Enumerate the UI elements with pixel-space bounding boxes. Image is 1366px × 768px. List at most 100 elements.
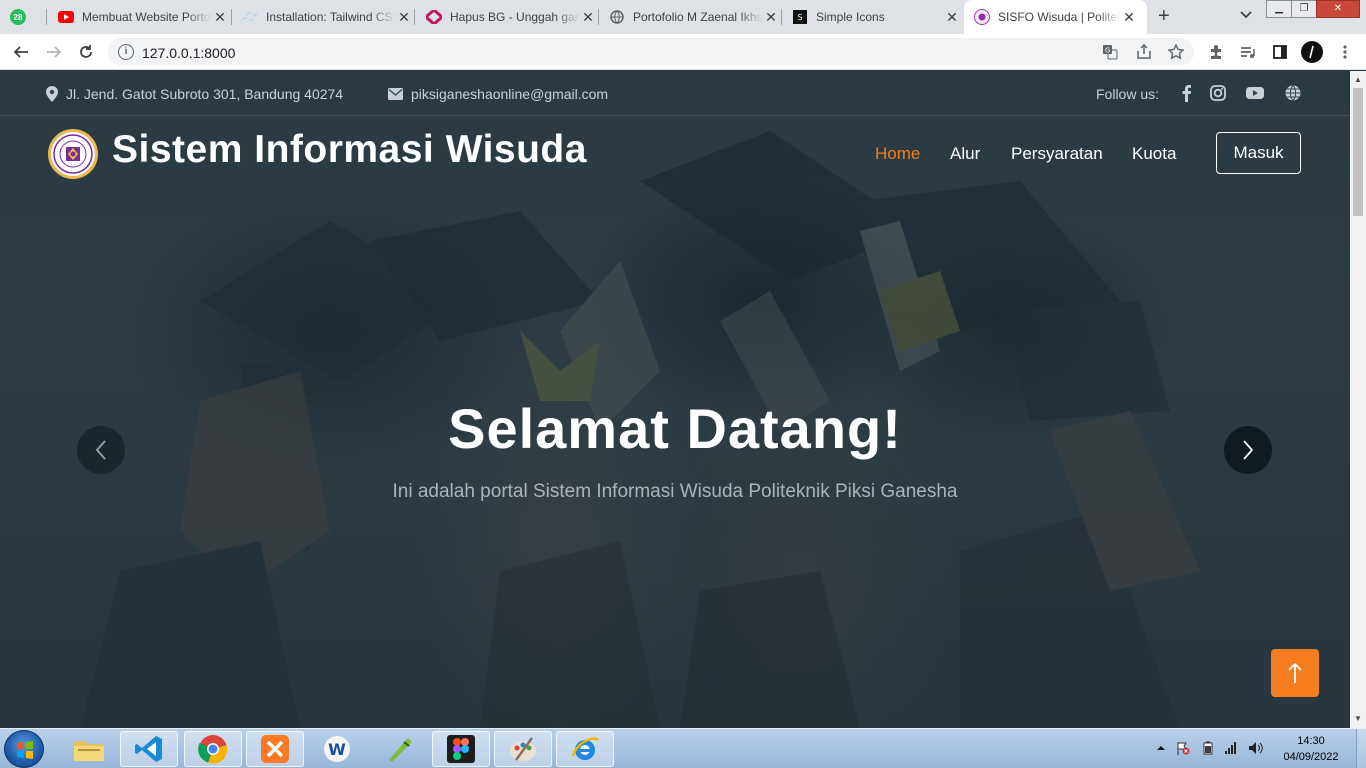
svg-text:S: S xyxy=(797,13,802,22)
tab-hapus-bg[interactable]: Hapus BG - Unggah gambar ✕ xyxy=(426,0,596,34)
page-scrollbar[interactable]: ▲ ▼ xyxy=(1350,71,1366,728)
tab-sisfo-wisuda[interactable]: SISFO Wisuda | Politeknik Piksi Ganesha … xyxy=(964,0,1147,34)
new-tab-button[interactable]: + xyxy=(1158,5,1170,28)
nav-alur[interactable]: Alur xyxy=(950,144,980,164)
tab-search-chevron-icon[interactable] xyxy=(1240,8,1252,22)
back-to-top-button[interactable] xyxy=(1271,649,1319,697)
email-info: piksiganeshaonline@gmail.com xyxy=(388,86,608,102)
maximize-button[interactable]: ❐ xyxy=(1291,0,1317,18)
network-signal-icon[interactable] xyxy=(1224,741,1238,755)
browser-toolbar: i 127.0.0.1:8000 G xyxy=(0,34,1366,70)
globe-favicon-icon xyxy=(609,9,625,25)
chevron-right-icon xyxy=(1243,440,1254,460)
windows-logo-icon xyxy=(17,741,33,759)
address-bar[interactable]: i 127.0.0.1:8000 G xyxy=(108,38,1194,66)
tab-whatsapp[interactable]: 28 xyxy=(10,0,44,34)
share-icon[interactable] xyxy=(1136,43,1152,60)
paint-icon[interactable] xyxy=(494,731,552,767)
piksi-ganesha-logo[interactable] xyxy=(48,129,98,179)
volume-icon[interactable] xyxy=(1248,741,1263,755)
email-text[interactable]: piksiganeshaonline@gmail.com xyxy=(411,86,608,102)
piksi-logo-icon xyxy=(974,9,990,25)
contact-topbar: Jl. Jend. Gatot Subroto 301, Bandung 402… xyxy=(0,71,1350,116)
extensions-icon[interactable] xyxy=(1205,41,1227,63)
tab-tailwind[interactable]: Installation: Tailwind CSS ✕ xyxy=(242,0,412,34)
tab-close-icon[interactable]: ✕ xyxy=(944,9,960,26)
app-w-icon[interactable]: W xyxy=(308,731,366,767)
globe-icon[interactable] xyxy=(1283,84,1303,102)
instagram-icon[interactable] xyxy=(1208,84,1228,102)
web-page: Jl. Jend. Gatot Subroto 301, Bandung 402… xyxy=(0,71,1350,728)
tab-title: Membuat Website Portofolio xyxy=(82,10,212,24)
inkscape-icon[interactable] xyxy=(370,731,428,767)
window-controls: ▁ ❐ ✕ xyxy=(1266,0,1360,18)
translate-icon[interactable]: G xyxy=(1102,44,1118,60)
close-window-button[interactable]: ✕ xyxy=(1316,0,1360,18)
carousel-next-button[interactable] xyxy=(1224,426,1272,474)
tab-title: Portofolio M Zaenal Ikhsan xyxy=(633,10,763,24)
back-button[interactable] xyxy=(10,41,32,63)
follow-us-label: Follow us: xyxy=(1096,86,1160,102)
menu-kebab-icon[interactable] xyxy=(1334,41,1356,63)
tray-expand-icon[interactable] xyxy=(1154,741,1168,755)
hero-subtitle: Ini adalah portal Sistem Informasi Wisud… xyxy=(392,481,958,502)
forward-button[interactable] xyxy=(43,41,65,63)
tailwind-icon xyxy=(242,9,258,25)
clock-time: 14:30 xyxy=(1297,735,1325,747)
side-panel-icon[interactable] xyxy=(1269,41,1291,63)
carousel-prev-button[interactable] xyxy=(77,426,125,474)
tab-title: Simple Icons xyxy=(816,10,885,24)
minimize-button[interactable]: ▁ xyxy=(1266,0,1292,18)
url-text[interactable]: 127.0.0.1:8000 xyxy=(142,45,235,61)
piksi-emblem-icon xyxy=(53,134,93,174)
tab-title: Hapus BG - Unggah gambar xyxy=(450,10,580,24)
vscode-icon[interactable] xyxy=(120,731,178,767)
media-queue-icon[interactable] xyxy=(1237,41,1259,63)
simple-icons-icon: S xyxy=(792,9,808,25)
arrow-up-icon xyxy=(1288,662,1302,683)
nav-kuota[interactable]: Kuota xyxy=(1132,144,1176,164)
browser-tab-strip: 28 Membuat Website Portofolio ✕ Installa… xyxy=(0,0,1366,34)
diamond-icon xyxy=(426,9,442,25)
address-info: Jl. Jend. Gatot Subroto 301, Bandung 402… xyxy=(46,86,343,102)
nav-persyaratan[interactable]: Persyaratan xyxy=(1011,144,1103,164)
ie-icon[interactable] xyxy=(556,731,614,767)
tab-close-icon[interactable]: ✕ xyxy=(396,9,412,26)
svg-text:W: W xyxy=(328,740,346,759)
chrome-icon[interactable] xyxy=(184,731,242,767)
scrollbar-thumb[interactable] xyxy=(1353,88,1363,216)
youtube-icon[interactable] xyxy=(1245,84,1265,102)
tab-close-icon[interactable]: ✕ xyxy=(1121,9,1137,26)
tab-simple-icons[interactable]: S Simple Icons ✕ xyxy=(792,0,960,34)
envelope-icon xyxy=(388,88,403,100)
site-brand-title[interactable]: Sistem Informasi Wisuda xyxy=(112,128,587,172)
xampp-icon[interactable] xyxy=(246,731,304,767)
start-button[interactable] xyxy=(4,730,44,768)
action-center-flag-icon[interactable] xyxy=(1176,741,1190,755)
login-button[interactable]: Masuk xyxy=(1216,132,1301,174)
reload-button[interactable] xyxy=(75,41,97,63)
site-info-icon[interactable]: i xyxy=(118,44,134,60)
tab-title: Installation: Tailwind CSS xyxy=(266,10,396,24)
youtube-favicon-icon xyxy=(58,9,74,25)
battery-icon[interactable] xyxy=(1201,741,1215,755)
show-desktop-button[interactable] xyxy=(1356,729,1366,768)
tab-close-icon[interactable]: ✕ xyxy=(580,9,596,26)
windows-taskbar: W 14:30 04/09/2022 xyxy=(0,728,1366,768)
whatsapp-icon: 28 xyxy=(10,9,26,25)
figma-icon[interactable] xyxy=(432,731,490,767)
clock-date: 04/09/2022 xyxy=(1283,751,1339,763)
bookmark-star-icon[interactable] xyxy=(1167,43,1185,60)
nav-home[interactable]: Home xyxy=(875,144,920,164)
tab-close-icon[interactable]: ✕ xyxy=(763,9,779,26)
address-text: Jl. Jend. Gatot Subroto 301, Bandung 402… xyxy=(66,86,344,102)
map-pin-icon xyxy=(46,86,58,102)
profile-avatar[interactable] xyxy=(1301,41,1323,63)
facebook-icon[interactable] xyxy=(1177,84,1197,102)
tab-close-icon[interactable]: ✕ xyxy=(212,9,228,26)
tab-youtube[interactable]: Membuat Website Portofolio ✕ xyxy=(58,0,228,34)
file-explorer-icon[interactable] xyxy=(60,731,118,767)
hero-title: Selamat Datang! xyxy=(448,397,902,460)
tab-portofolio[interactable]: Portofolio M Zaenal Ikhsan ✕ xyxy=(609,0,779,34)
tray-clock[interactable]: 14:30 04/09/2022 xyxy=(1276,733,1346,765)
